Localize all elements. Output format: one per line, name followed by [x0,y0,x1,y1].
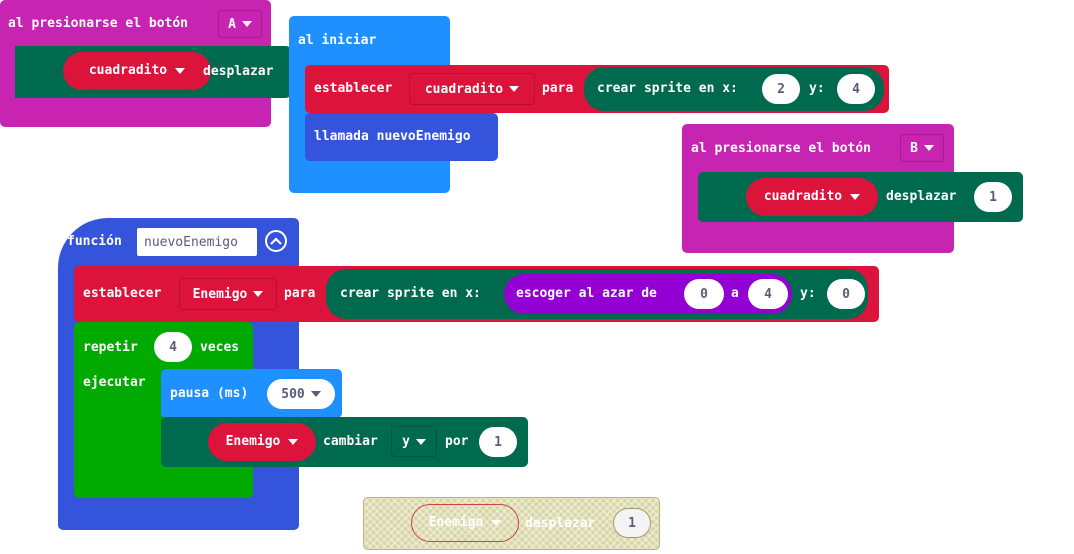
chevron-down-icon [288,439,299,445]
variable-name: Enemigo [192,286,248,302]
chevron-down-icon [241,21,252,27]
sprite-name: Enemigo [428,515,484,530]
button-b-value: B [910,140,918,156]
chevron-down-icon [923,145,934,151]
variable-dropdown[interactable]: Enemigo [179,278,277,310]
repeat-label: repetir [83,340,138,355]
random-to-input[interactable]: 4 [748,279,788,309]
move-label: desplazar [886,189,957,204]
sprite-name: Enemigo [225,434,281,449]
sprite-variable-pill[interactable]: cuadradito [746,178,878,216]
sprite-variable-pill[interactable]: Enemigo [411,504,519,542]
by-value-input[interactable]: 1 [479,427,517,457]
axis-value: y [402,434,410,449]
set-label: establecer [314,81,393,96]
random-from-input[interactable]: 0 [684,279,724,309]
sprite-move-block[interactable]: cuadradito desplazar [15,46,291,98]
sprite-move-block[interactable]: cuadradito desplazar 1 [698,172,1023,222]
chevron-down-icon [310,391,321,397]
on-button-a-pressed-block[interactable]: al presionarse el botón A cuadradito des… [0,0,291,127]
create-sprite-label: crear sprite en x: [340,286,481,301]
move-label: desplazar [203,64,274,79]
event-label: al presionarse el botón [691,141,872,156]
set-sprite-block[interactable]: establecer cuadradito para crear sprite … [305,65,889,113]
call-label: llamada nuevoEnemigo [314,129,471,144]
pause-label: pausa (ms) [170,386,249,401]
sprite-name: cuadradito [88,63,168,78]
chevron-down-icon [175,68,186,74]
event-label: al presionarse el botón [8,16,189,31]
para-label: para [542,81,574,96]
chevron-down-icon [491,520,502,526]
pause-value: 500 [281,386,305,402]
variable-dropdown[interactable]: cuadradito [409,73,535,105]
change-label: cambiar [323,434,378,449]
function-name-field[interactable]: nuevoEnemigo [137,228,257,256]
sprite-variable-pill[interactable]: cuadradito [63,52,211,90]
steps-input[interactable]: 1 [974,182,1012,212]
variable-name: cuadradito [424,81,504,97]
chevron-down-icon [850,194,861,200]
repeat-times-input[interactable]: 4 [154,332,192,362]
set-label: establecer [83,286,162,301]
sprite-name: cuadradito [763,189,843,204]
function-label: función [67,234,122,249]
create-sprite-label: crear sprite en x: [597,81,738,96]
button-b-dropdown[interactable]: B [900,134,944,162]
sprite-change-block[interactable]: Enemigo cambiar y por 1 [161,417,528,467]
on-start-label: al iniciar [298,33,377,48]
pause-block[interactable]: pausa (ms) 500 [161,369,342,418]
pause-value-dropdown[interactable]: 500 [267,379,335,409]
by-label: por [445,434,469,449]
random-label: escoger al azar de [516,286,657,301]
button-a-value: A [228,16,236,32]
do-label: ejecutar [83,375,146,390]
para-label: para [284,286,316,301]
axis-dropdown[interactable]: y [391,426,437,457]
times-label: veces [200,340,240,355]
y-label: y: [809,81,825,96]
x-value-input[interactable]: 2 [762,74,800,104]
random-to-label: a [731,286,739,301]
y-value-input[interactable]: 0 [827,279,865,309]
collapse-icon[interactable] [265,230,287,252]
button-a-dropdown[interactable]: A [218,10,262,38]
disabled-sprite-move-block[interactable]: Enemigo desplazar 1 [363,497,660,550]
chevron-down-icon [253,291,264,297]
steps-input[interactable]: 1 [613,508,651,538]
sprite-variable-pill[interactable]: Enemigo [208,423,316,461]
chevron-down-icon [415,438,426,445]
set-sprite-block[interactable]: establecer Enemigo para crear sprite en … [74,266,879,322]
y-value-input[interactable]: 4 [837,74,875,104]
call-function-block[interactable]: llamada nuevoEnemigo [305,113,498,161]
y-label: y: [800,286,816,301]
chevron-down-icon [509,86,520,92]
move-label: desplazar [525,516,596,531]
